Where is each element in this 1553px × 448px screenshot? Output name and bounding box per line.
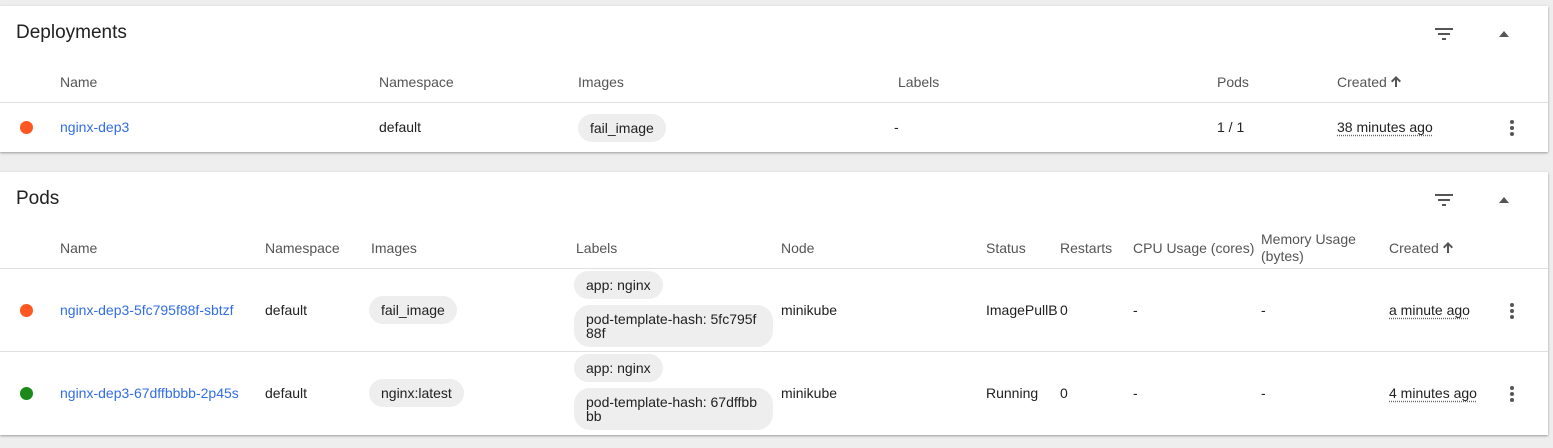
pod-name-link[interactable]: nginx-dep3-67dffbbbb-2p45s — [60, 385, 239, 401]
column-header-cpu: CPU Usage (cores) — [1133, 240, 1255, 256]
label-chip: pod-template-hash: 67dffbbbb — [574, 388, 773, 430]
column-header-status[interactable]: Status — [986, 240, 1026, 256]
arrow-upward-icon — [1442, 240, 1453, 256]
restarts-cell: 0 — [1060, 302, 1068, 318]
created-cell: 4 minutes ago — [1389, 385, 1477, 401]
column-header-labels: Labels — [898, 74, 940, 90]
expand-less-icon[interactable] — [1492, 188, 1516, 212]
column-header-node[interactable]: Node — [781, 240, 814, 256]
column-header-memory-line1: Memory Usage — [1261, 231, 1356, 247]
column-header-created-label: Created — [1389, 240, 1439, 256]
label-chip: pod-template-hash: 5fc795f88f — [574, 305, 773, 347]
status-error-icon — [20, 121, 33, 134]
namespace-cell: default — [379, 119, 422, 135]
table-row[interactable]: nginx-dep3 default fail_image - 1 / 1 38… — [0, 103, 1548, 152]
column-header-namespace[interactable]: Namespace — [265, 240, 340, 256]
restarts-cell: 0 — [1060, 385, 1068, 401]
column-header-name[interactable]: Name — [60, 74, 97, 90]
status-error-icon — [20, 304, 33, 317]
memory-cell: - — [1261, 302, 1266, 318]
pods-title: Pods — [16, 188, 60, 209]
arrow-upward-icon — [1390, 74, 1401, 90]
pod-name-link[interactable]: nginx-dep3-5fc795f88f-sbtzf — [60, 302, 234, 318]
more-vert-icon[interactable] — [1500, 116, 1524, 140]
column-header-created[interactable]: Created — [1337, 74, 1401, 90]
cpu-cell: - — [1133, 302, 1138, 318]
expand-less-icon[interactable] — [1492, 22, 1516, 46]
cpu-cell: - — [1133, 385, 1138, 401]
created-cell: 38 minutes ago — [1337, 119, 1433, 135]
column-header-memory: Memory Usage (bytes) — [1261, 231, 1356, 265]
column-header-memory-line2: (bytes) — [1261, 248, 1304, 264]
label-chip: app: nginx — [574, 354, 663, 382]
image-chip: fail_image — [578, 114, 666, 142]
filter-icon[interactable] — [1432, 188, 1456, 212]
status-cell: ImagePullB — [986, 302, 1057, 318]
created-cell: a minute ago — [1389, 302, 1470, 318]
more-vert-icon[interactable] — [1500, 382, 1524, 406]
more-vert-icon[interactable] — [1500, 299, 1524, 323]
status-cell: Running — [986, 385, 1039, 401]
memory-cell: - — [1261, 385, 1266, 401]
column-header-name[interactable]: Name — [60, 240, 97, 256]
image-chip: fail_image — [369, 296, 457, 324]
node-cell: minikube — [781, 302, 838, 318]
pods-card: Pods Name Namespace Images Labels Node S… — [0, 172, 1548, 435]
pods-cell: 1 / 1 — [1217, 119, 1245, 135]
column-header-labels: Labels — [576, 240, 618, 256]
column-header-namespace[interactable]: Namespace — [379, 74, 454, 90]
filter-icon[interactable] — [1432, 22, 1456, 46]
deployments-card: Deployments Name Namespace Images Labels… — [0, 6, 1548, 152]
image-chip: nginx:latest — [369, 379, 464, 407]
table-row[interactable]: nginx-dep3-67dffbbbb-2p45s default nginx… — [0, 352, 1548, 434]
column-header-restarts: Restarts — [1060, 240, 1113, 256]
column-header-images: Images — [371, 240, 417, 256]
node-cell: minikube — [781, 385, 838, 401]
column-header-created[interactable]: Created — [1389, 240, 1453, 256]
column-header-images: Images — [578, 74, 624, 90]
column-header-pods: Pods — [1217, 74, 1249, 90]
namespace-cell: default — [265, 385, 308, 401]
namespace-cell: default — [265, 302, 308, 318]
table-row[interactable]: nginx-dep3-5fc795f88f-sbtzf default fail… — [0, 269, 1548, 351]
deployment-name-link[interactable]: nginx-dep3 — [60, 119, 129, 135]
column-header-created-label: Created — [1337, 74, 1387, 90]
labels-cell: - — [894, 119, 899, 135]
status-running-icon — [20, 387, 33, 400]
deployments-title: Deployments — [16, 22, 127, 43]
label-chip: app: nginx — [574, 271, 663, 299]
